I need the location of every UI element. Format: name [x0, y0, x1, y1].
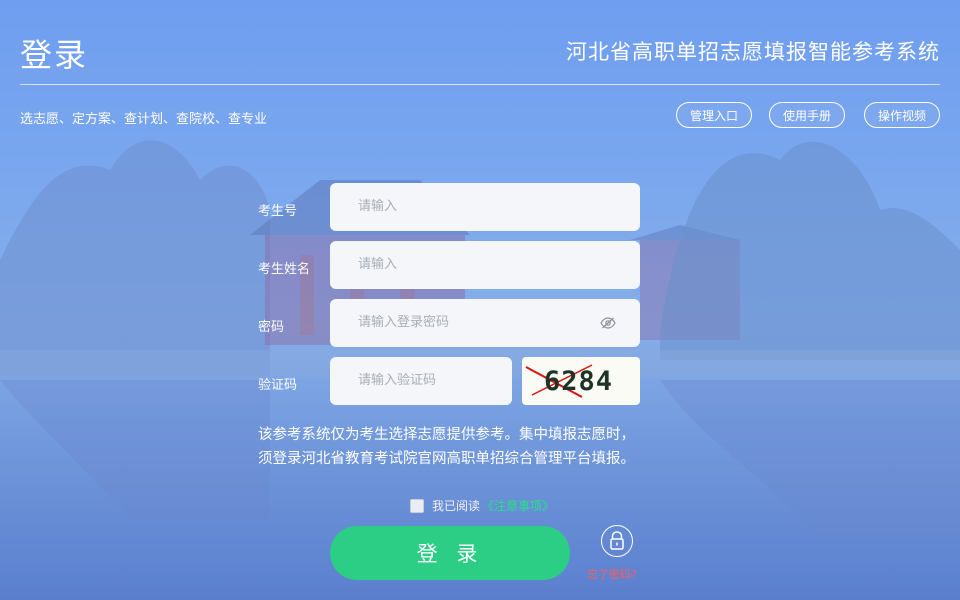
agreement-prefix: 我已阅读	[432, 499, 481, 513]
agreement-checkbox[interactable]	[410, 498, 424, 513]
exam-number-label: 考生号	[258, 204, 298, 219]
captcha-label: 验证码	[258, 378, 298, 393]
student-name-label: 考生姓名	[258, 262, 311, 277]
notice-line-1: 该参考系统仅为考生选择志愿提供参考。集中填报志愿时，	[258, 427, 635, 443]
captcha-field-wrap	[330, 357, 512, 405]
captcha-image[interactable]: 6284	[522, 357, 640, 405]
student-name-field-wrap	[330, 241, 640, 289]
password-field-wrap	[330, 299, 640, 347]
lock-icon	[610, 531, 624, 550]
notice-link[interactable]: 《注意事项》	[482, 497, 554, 514]
login-form: 考生号 考生姓名 密码 验证码 6284 该参考系统仅为考生选择志愿提供参考。集…	[0, 0, 960, 600]
captcha-input[interactable]	[356, 372, 490, 389]
exam-number-field-wrap	[330, 183, 640, 231]
password-input[interactable]	[356, 314, 584, 331]
captcha-text: 6284	[544, 366, 613, 397]
notice-text: 该参考系统仅为考生选择志愿提供参考。集中填报志愿时， 须登录河北省教育考试院官网…	[258, 423, 678, 471]
student-name-input[interactable]	[356, 256, 618, 273]
exam-number-input[interactable]	[356, 198, 618, 215]
forgot-password-button[interactable]	[601, 525, 633, 557]
agreement-row: 我已阅读 《注意事项》	[410, 497, 554, 514]
login-button[interactable]: 登 录	[330, 526, 570, 580]
notice-line-2: 须登录河北省教育考试院官网高职单招综合管理平台填报。	[258, 451, 635, 467]
password-label: 密码	[258, 320, 285, 335]
forgot-password-link[interactable]: 忘了密码?	[587, 566, 637, 582]
eye-hidden-icon[interactable]	[600, 315, 616, 331]
